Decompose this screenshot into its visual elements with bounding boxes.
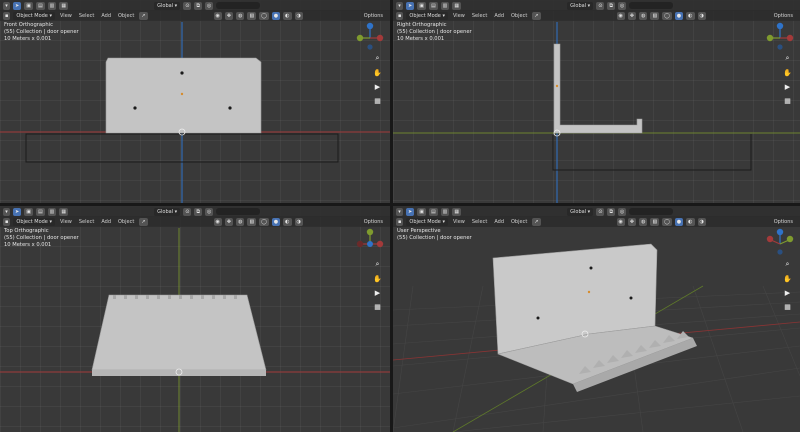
editor-type-icon[interactable]: ▾	[396, 207, 403, 216]
select-tool-icon[interactable]: ➤	[406, 207, 415, 216]
options-dropdown[interactable]: Options	[774, 219, 797, 225]
select-extend-icon[interactable]: ▤	[428, 207, 438, 216]
grid-toggle-icon[interactable]: ▦	[373, 96, 382, 105]
front-geometry	[0, 22, 390, 203]
screw-hole	[228, 106, 232, 110]
camera-icon[interactable]: ▶	[783, 288, 792, 297]
nav-tools: ⌕ ✋ ▶ ▦	[373, 54, 382, 105]
pivot-icon[interactable]: ⊙	[596, 207, 605, 216]
pan-hand-icon[interactable]: ✋	[373, 274, 382, 283]
nav-tools: ⌕ ✋ ▶ ▦	[783, 54, 792, 105]
viewport-top[interactable]: ▾ ➤ ▣ ▤ ▥ ▦ Global ▾ ⊙ ⧉ ◎ ▪ Object Mode…	[0, 206, 390, 432]
zoom-icon[interactable]: ⌕	[783, 54, 792, 63]
menu-add[interactable]: Add	[492, 219, 506, 225]
navigation-gizmo[interactable]	[356, 228, 384, 256]
visibility-icon[interactable]: ◉	[616, 217, 625, 226]
navigation-gizmo[interactable]	[766, 22, 794, 50]
pan-hand-icon[interactable]: ✋	[373, 68, 382, 77]
menu-view[interactable]: View	[451, 219, 467, 225]
object-origin	[555, 84, 559, 88]
grid-toggle-icon[interactable]: ▦	[783, 302, 792, 311]
viewport-right[interactable]: ▾ ➤ ▣ ▤ ▥ ▦ Global ▾ ⊙ ⧉ ◎ ▪ Object Mode…	[393, 0, 800, 203]
screw-hole	[629, 296, 633, 300]
view-name: User Perspective	[397, 228, 441, 234]
pan-hand-icon[interactable]: ✋	[783, 274, 792, 283]
navigation-gizmo[interactable]	[766, 228, 794, 256]
camera-icon[interactable]: ▶	[783, 82, 792, 91]
zoom-icon[interactable]: ⌕	[373, 54, 382, 63]
zoom-icon[interactable]: ⌕	[783, 260, 792, 269]
zoom-icon[interactable]: ⌕	[373, 260, 382, 269]
screw-hole	[589, 266, 593, 270]
select-subtract-icon[interactable]: ▥	[440, 207, 450, 216]
shading-material-icon[interactable]: ◐	[686, 217, 695, 226]
pan-hand-icon[interactable]: ✋	[783, 68, 792, 77]
viewport-header-menus: ▪ Object Mode ▾ View Select Add Object ↗…	[393, 216, 800, 227]
collection-label: (55) Collection | door opener	[397, 235, 472, 241]
door-opener-top	[91, 294, 267, 371]
proportional-icon[interactable]: ◎	[617, 207, 627, 216]
right-geometry	[393, 22, 800, 203]
screw-hole	[133, 106, 137, 110]
nav-tools: ⌕ ✋ ▶ ▦	[783, 260, 792, 311]
snap-icon[interactable]: ⧉	[607, 207, 615, 216]
grid-toggle-icon[interactable]: ▦	[783, 96, 792, 105]
search-field[interactable]	[629, 208, 674, 215]
mode-dropdown[interactable]: Object Mode ▾	[406, 217, 448, 226]
orientation-label: Global	[570, 208, 587, 215]
transform-icon[interactable]: ↗	[532, 217, 541, 226]
floor-box-outline	[552, 134, 752, 171]
door-opener-front	[105, 57, 262, 134]
shading-solid-icon[interactable]: ●	[674, 217, 684, 226]
shading-wire-icon[interactable]: ◯	[662, 217, 672, 226]
camera-icon[interactable]: ▶	[373, 288, 382, 297]
menu-select[interactable]: Select	[470, 219, 489, 225]
door-opener-profile	[553, 43, 643, 134]
select-mode-icon[interactable]: ▣	[417, 207, 426, 216]
nav-tools: ⌕ ✋ ▶ ▦	[373, 260, 382, 311]
horizontal-area-divider[interactable]	[0, 203, 800, 206]
menu-object[interactable]: Object	[509, 219, 529, 225]
orientation-dropdown[interactable]: Global ▾	[567, 207, 594, 216]
overlay-icon[interactable]: ◍	[639, 217, 648, 226]
object-origin	[180, 92, 184, 96]
viewport-perspective[interactable]: ▾ ➤ ▣ ▤ ▥ ▦ Global ▾ ⊙ ⧉ ◎ ▪ Object Mode…	[393, 206, 800, 432]
screw-hole	[180, 71, 184, 75]
select-intersect-icon[interactable]: ▦	[452, 207, 462, 216]
object-origin	[587, 290, 591, 294]
top-geometry	[0, 228, 390, 432]
mode-label: Object Mode	[409, 218, 441, 225]
grid-toggle-icon[interactable]: ▦	[373, 302, 382, 311]
navigation-gizmo[interactable]	[356, 22, 384, 50]
mode-icon: ▪	[396, 217, 404, 226]
gizmo-toggle-icon[interactable]: ✥	[627, 217, 637, 226]
xray-icon[interactable]: ▧	[650, 217, 660, 226]
viewport-front[interactable]: ▾ ➤ ▣ ▤ ▥ ▦ Global ▾ ⊙ ⧉ ◎ ▪ Object Mode…	[0, 0, 390, 203]
shading-render-icon[interactable]: ◑	[697, 217, 706, 226]
viewport-info: User Perspective (55) Collection | door …	[397, 228, 472, 242]
camera-icon[interactable]: ▶	[373, 82, 382, 91]
screw-hole	[536, 316, 540, 320]
vertical-area-divider[interactable]	[390, 0, 393, 432]
